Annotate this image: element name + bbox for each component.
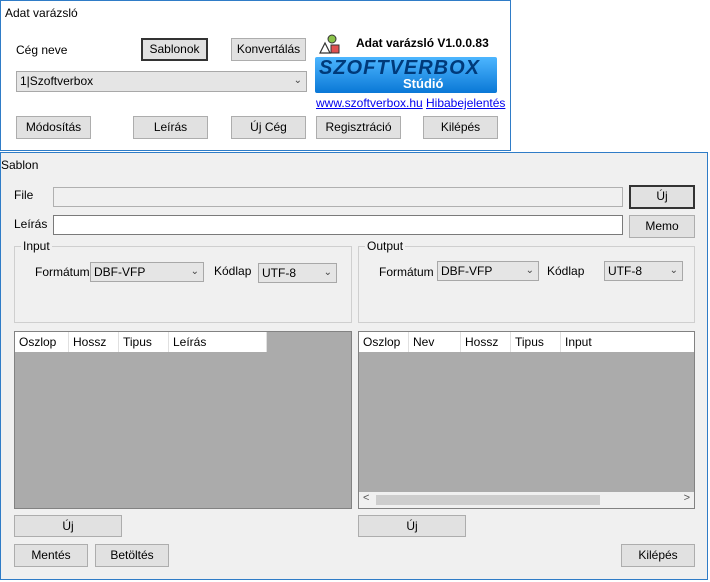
file-label: File — [14, 188, 34, 202]
new-company-button[interactable]: Új Cég — [231, 116, 306, 139]
new-file-button[interactable]: Új — [629, 185, 695, 209]
chevron-right-icon[interactable]: > — [684, 492, 690, 504]
template-exit-button[interactable]: Kilépés — [621, 544, 695, 567]
registration-button[interactable]: Regisztráció — [316, 116, 401, 139]
output-format-select[interactable]: DBF-VFP ⌄ — [437, 261, 539, 281]
output-format-label: Formátum — [379, 265, 434, 279]
chevron-down-icon: ⌄ — [323, 267, 332, 278]
output-grid-header: Oszlop Nev Hossz Tipus Input — [359, 332, 694, 352]
company-select-value: 1|Szoftverbox — [20, 74, 94, 88]
chevron-down-icon: ⌄ — [190, 266, 199, 277]
output-codepage-label: Kódlap — [547, 264, 585, 278]
column-header[interactable]: Tipus — [119, 332, 169, 352]
company-label: Cég neve — [16, 43, 68, 57]
output-group-title: Output — [365, 239, 406, 253]
output-columns-grid[interactable]: Oszlop Nev Hossz Tipus Input < > — [358, 331, 695, 509]
column-header[interactable]: Nev — [409, 332, 461, 352]
exit-button[interactable]: Kilépés — [423, 116, 498, 139]
file-field[interactable] — [53, 187, 623, 207]
column-header[interactable]: Oszlop — [15, 332, 69, 352]
input-codepage-select[interactable]: UTF-8 ⌄ — [258, 263, 337, 283]
column-header[interactable]: Hossz — [461, 332, 511, 352]
app-version: Adat varázsló V1.0.0.83 — [356, 36, 489, 50]
main-window: Adat varázsló Cég neve Sablonok Konvertá… — [0, 0, 511, 151]
description-label: Leírás — [14, 217, 48, 231]
template-window-title: Sablon — [1, 158, 39, 172]
output-group: Output Formátum DBF-VFP ⌄ Kódlap UTF-8 ⌄ — [358, 239, 695, 323]
horizontal-scrollbar[interactable]: < > — [359, 492, 694, 508]
company-select[interactable]: 1|Szoftverbox ⌄ — [16, 71, 307, 92]
memo-button[interactable]: Memo — [629, 215, 695, 238]
convert-button[interactable]: Konvertálás — [231, 38, 306, 61]
description-button[interactable]: Leírás — [133, 116, 208, 139]
description-field[interactable] — [53, 215, 623, 235]
column-header[interactable]: Leírás — [169, 332, 267, 352]
chevron-down-icon: ⌄ — [669, 265, 678, 276]
input-format-label: Formátum — [35, 265, 90, 279]
window-title: Adat varázsló — [5, 6, 78, 20]
input-format-select[interactable]: DBF-VFP ⌄ — [90, 262, 204, 282]
column-header[interactable]: Hossz — [69, 332, 119, 352]
output-codepage-select[interactable]: UTF-8 ⌄ — [604, 261, 683, 281]
logo: SZOFTVERBOX Stúdió — [315, 57, 497, 93]
input-grid-header: Oszlop Hossz Tipus Leírás — [15, 332, 267, 352]
template-window: Sablon File Új Leírás Memo Input Formátu… — [0, 152, 708, 580]
shapes-icon — [319, 34, 340, 54]
input-new-row-button[interactable]: Új — [14, 515, 122, 537]
output-new-row-button[interactable]: Új — [358, 515, 466, 537]
input-columns-grid[interactable]: Oszlop Hossz Tipus Leírás — [14, 331, 352, 509]
column-header[interactable]: Tipus — [511, 332, 561, 352]
column-header[interactable]: Input — [561, 332, 694, 352]
modify-button[interactable]: Módosítás — [16, 116, 91, 139]
chevron-down-icon: ⌄ — [293, 75, 302, 86]
column-header[interactable]: Oszlop — [359, 332, 409, 352]
bug-report-link[interactable]: Hibabejelentés — [426, 96, 505, 110]
chevron-left-icon[interactable]: < — [363, 492, 369, 504]
save-button[interactable]: Mentés — [14, 544, 88, 567]
scrollbar-thumb[interactable] — [376, 495, 600, 505]
chevron-down-icon: ⌄ — [525, 265, 534, 276]
load-button[interactable]: Betöltés — [95, 544, 169, 567]
website-link[interactable]: www.szoftverbox.hu — [316, 96, 423, 110]
templates-button[interactable]: Sablonok — [141, 38, 208, 61]
input-codepage-label: Kódlap — [214, 264, 252, 278]
input-group: Input Formátum DBF-VFP ⌄ Kódlap UTF-8 ⌄ — [14, 239, 352, 323]
input-group-title: Input — [21, 239, 52, 253]
